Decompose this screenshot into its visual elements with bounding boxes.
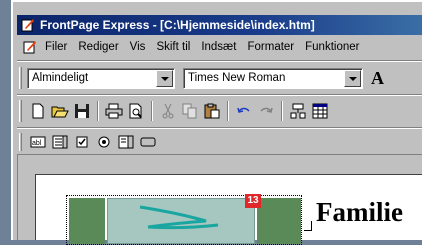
chevron-down-icon[interactable] [344,69,361,87]
print-preview-icon[interactable] [125,100,147,122]
button-icon[interactable] [137,131,159,153]
checkbox-icon[interactable] [71,131,93,153]
line-break-marker-icon [304,221,312,231]
menu-skift-til[interactable]: Skift til [156,41,190,53]
toolbar-divider [17,127,422,129]
menu-bar: Filer Rediger Vis Skift til Indsæt Forma… [17,37,422,57]
table-icon[interactable] [287,100,309,122]
toolbar-separator [151,101,153,121]
toolbar-grip[interactable] [19,133,22,151]
table-cell-left[interactable] [69,198,105,244]
paste-icon[interactable] [201,100,223,122]
table-cell-right[interactable] [257,198,301,244]
print-icon[interactable] [103,100,125,122]
title-bar[interactable]: FrontPage Express - [C:\Hjemmeside\index… [17,15,422,35]
image-badge: 13 [245,194,261,208]
toolbar-divider [17,60,422,62]
menu-vis[interactable]: Vis [130,41,146,53]
font-dropdown-value: Times New Roman [188,72,286,84]
toolbar-separator [227,101,229,121]
cut-icon[interactable] [157,100,179,122]
font-dropdown[interactable]: Times New Roman [183,67,363,89]
dropdown-icon[interactable] [115,131,137,153]
textbox-icon[interactable]: abl [27,131,49,153]
style-dropdown-value: Almindeligt [32,72,89,84]
insert-table-icon[interactable] [309,100,331,122]
save-icon[interactable] [71,100,93,122]
format-toolbar: Almindeligt Times New Roman A [17,65,422,91]
menu-funktioner[interactable]: Funktioner [305,41,359,53]
copy-icon[interactable] [179,100,201,122]
frontpage-app-icon[interactable] [21,18,35,32]
editor-canvas[interactable]: 13 Familie [35,174,422,245]
radio-icon[interactable] [93,131,115,153]
document-icon[interactable] [23,40,37,54]
toolbar-separator [281,101,283,121]
open-icon[interactable] [49,100,71,122]
svg-text:abl: abl [32,140,42,147]
toolbar-divider [17,94,422,96]
chevron-down-icon[interactable] [156,69,173,87]
page-heading[interactable]: Familie [316,197,403,228]
style-dropdown[interactable]: Almindeligt [27,67,175,89]
toolbar-separator [97,101,99,121]
menu-filer[interactable]: Filer [45,41,67,53]
menu-indsaet[interactable]: Indsæt [201,41,236,53]
increase-font-size-button[interactable]: A [371,68,384,89]
menu-formater[interactable]: Formater [247,41,294,53]
new-icon[interactable] [27,100,49,122]
window-title: FrontPage Express - [C:\Hjemmeside\index… [40,18,315,32]
undo-icon[interactable] [233,100,255,122]
toolbar-grip[interactable] [19,100,22,122]
desktop: FrontPage Express - [C:\Hjemmeside\index… [0,0,422,245]
app-window: FrontPage Express - [C:\Hjemmeside\index… [11,0,422,245]
standard-toolbar [17,98,422,124]
banner-image[interactable] [107,198,255,244]
redo-icon[interactable] [255,100,277,122]
layout-table[interactable]: 13 [66,194,302,245]
menu-rediger[interactable]: Rediger [78,41,118,53]
textarea-icon[interactable] [49,131,71,153]
toolbar-grip[interactable] [19,67,22,89]
forms-toolbar: abl [17,132,422,152]
